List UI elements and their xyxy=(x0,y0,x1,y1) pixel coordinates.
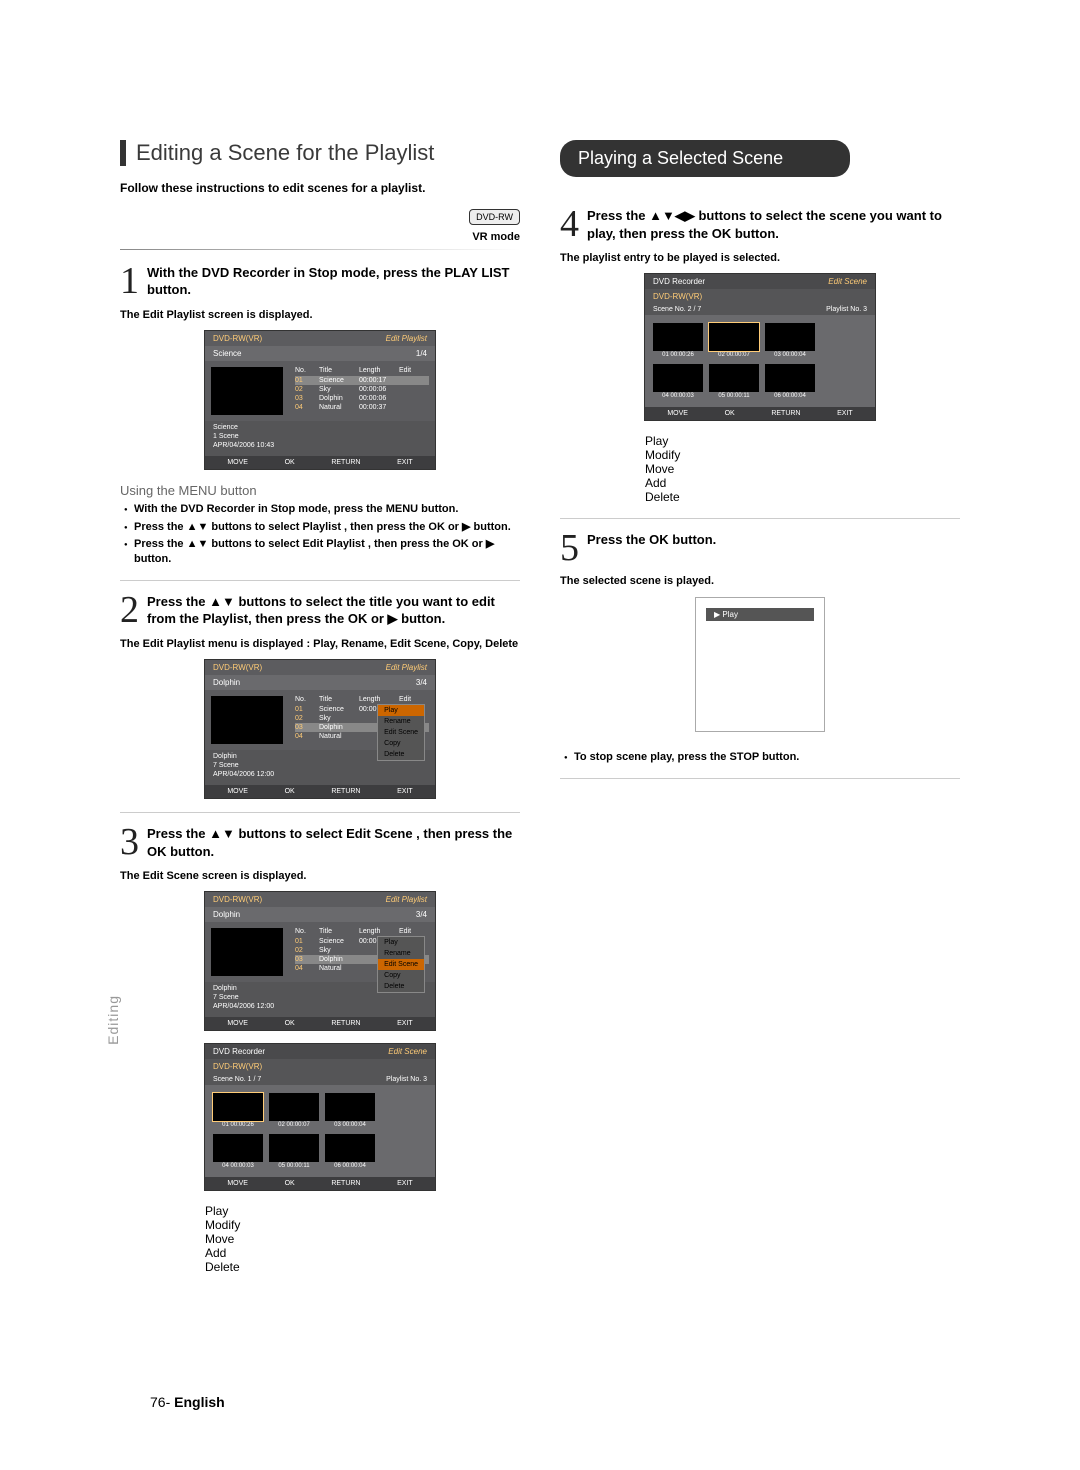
step-3: 3 Press the ▲▼ buttons to select Edit Sc… xyxy=(120,825,520,860)
menu-bullets: With the DVD Recorder in Stop mode, pres… xyxy=(124,502,520,568)
context-menu: Play Rename Edit Scene Copy Delete xyxy=(377,936,425,993)
step-5: 5 Press the OK button. xyxy=(560,531,960,565)
lead-text: Follow these instructions to edit scenes… xyxy=(120,180,520,197)
step-3-note: The Edit Scene screen is displayed. xyxy=(120,870,520,882)
step-5-note: The selected scene is played. xyxy=(560,575,960,587)
page-footer: 76- English xyxy=(150,1394,225,1410)
step-1-note: The Edit Playlist screen is displayed. xyxy=(120,309,520,321)
scene-side-menu: Play Modify Move Add Delete xyxy=(645,434,875,504)
edit-scene-mock-1: DVD RecorderEdit Scene DVD-RW(VR) Scene … xyxy=(205,1044,435,1274)
step-number: 1 xyxy=(120,264,139,299)
dvd-rw-badge: DVD-RW xyxy=(469,209,520,225)
thumbnail xyxy=(211,367,283,415)
scene-side-menu: Play Modify Move Add Delete xyxy=(205,1204,435,1274)
step-4-note: The playlist entry to be played is selec… xyxy=(560,252,960,264)
side-tab: Editing xyxy=(105,995,121,1045)
vr-mode-label: VR mode xyxy=(120,231,520,243)
left-column: Editing a Scene for the Playlist Follow … xyxy=(120,140,520,1288)
edit-playlist-mock-2: DVD-RW(VR)Edit Playlist Dolphin3/4 No.Ti… xyxy=(205,660,435,798)
badge-row: DVD-RW xyxy=(120,209,520,225)
edit-playlist-mock-3: DVD-RW(VR)Edit Playlist Dolphin3/4 No.Ti… xyxy=(205,892,435,1030)
step-text: With the DVD Recorder in Stop mode, pres… xyxy=(147,264,520,299)
divider xyxy=(120,580,520,581)
right-column: Playing a Selected Scene 4 Press the ▲▼◀… xyxy=(560,140,960,1288)
subsection-pill: Playing a Selected Scene xyxy=(560,140,850,177)
stop-note: To stop scene play, press the STOP butto… xyxy=(564,750,960,765)
divider xyxy=(120,249,520,250)
step-1: 1 With the DVD Recorder in Stop mode, pr… xyxy=(120,264,520,299)
step-2-note: The Edit Playlist menu is displayed : Pl… xyxy=(120,638,520,650)
play-preview-box: ▶ Play xyxy=(695,597,825,732)
using-menu-heading: Using the MENU button xyxy=(120,483,520,498)
step-4: 4 Press the ▲▼◀▶ buttons to select the s… xyxy=(560,207,960,242)
step-2: 2 Press the ▲▼ buttons to select the tit… xyxy=(120,593,520,628)
context-menu: Play Rename Edit Scene Copy Delete xyxy=(377,704,425,761)
edit-playlist-mock-1: DVD-RW(VR)Edit Playlist Science1/4 No.Ti… xyxy=(205,331,435,469)
edit-scene-mock-2: DVD RecorderEdit Scene DVD-RW(VR) Scene … xyxy=(645,274,875,504)
section-title: Editing a Scene for the Playlist xyxy=(120,140,520,166)
play-bar-label: ▶ Play xyxy=(706,608,814,621)
